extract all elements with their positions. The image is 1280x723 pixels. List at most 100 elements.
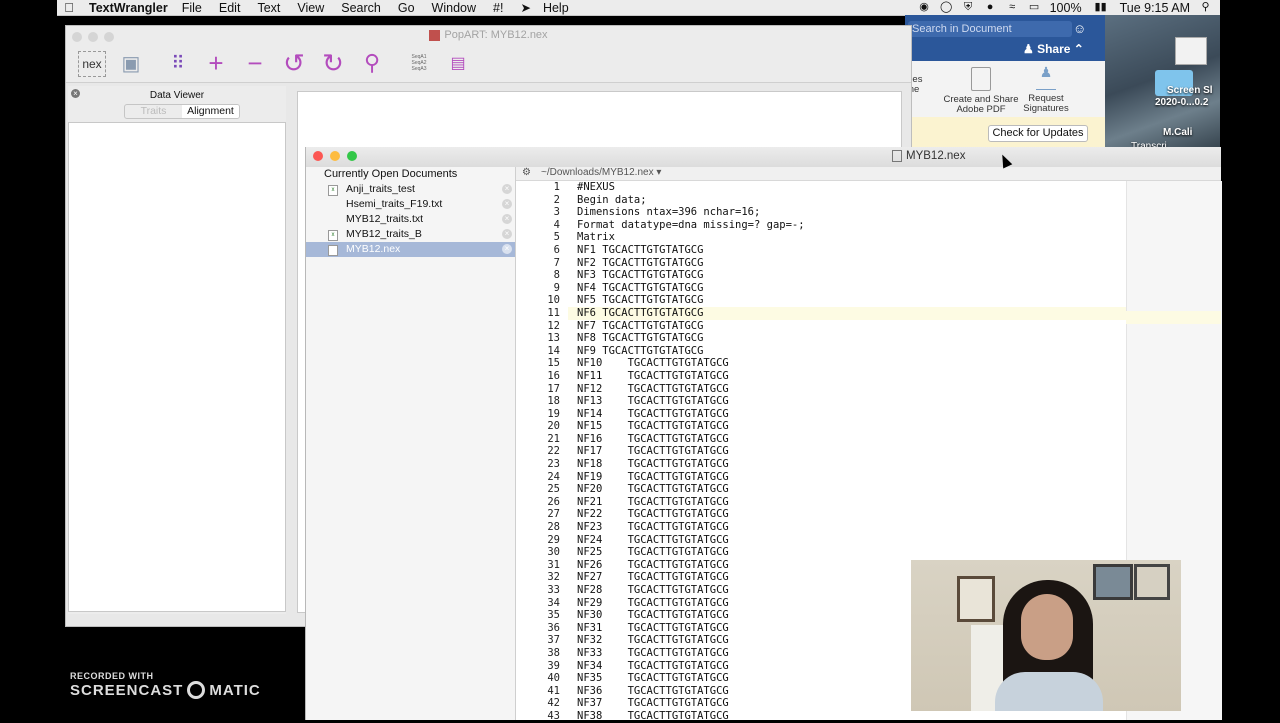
menu-text[interactable]: Text	[257, 1, 280, 15]
desktop-file-label[interactable]: Screen Sl	[1167, 85, 1213, 96]
close-button[interactable]	[313, 151, 323, 161]
document-list-item[interactable]: x Anji_traits_test ×	[306, 182, 515, 197]
skype-icon[interactable]: ●	[984, 1, 997, 14]
code-line[interactable]: NF5 TGCACTTGTGTATGCG	[568, 294, 1126, 307]
code-line[interactable]: NF38 TGCACTTGTGTATGCG	[568, 710, 1126, 720]
save-icon[interactable]: ▣	[116, 48, 146, 78]
data-viewer-pane[interactable]	[68, 122, 286, 612]
code-line[interactable]: NF1 TGCACTTGTGTATGCG	[568, 244, 1126, 257]
code-line[interactable]: Format datatype=dna missing=? gap=-;	[568, 219, 1126, 232]
close-document-icon[interactable]: ×	[502, 214, 512, 224]
gear-icon[interactable]: ⚙	[522, 167, 531, 178]
code-line[interactable]: NF9 TGCACTTGTGTATGCG	[568, 345, 1126, 358]
document-list-item[interactable]: x MYB12_traits_B ×	[306, 227, 515, 242]
desktop-file-label[interactable]: M.Cali	[1163, 127, 1192, 138]
document-list-item[interactable]: MYB12.nex ×	[306, 242, 515, 257]
minus-icon[interactable]: −	[240, 48, 270, 78]
code-line[interactable]: NF20 TGCACTTGTGTATGCG	[568, 483, 1126, 496]
close-button[interactable]	[72, 32, 82, 42]
file-path-popup[interactable]: ~/Downloads/MYB12.nex ▾	[541, 167, 661, 178]
color-grid-icon[interactable]: ⠿	[163, 48, 193, 78]
record-icon[interactable]: ◉	[918, 1, 931, 14]
popart-title-bar[interactable]: PopART: MYB12.nex	[66, 26, 911, 44]
code-line[interactable]: NF11 TGCACTTGTGTATGCG	[568, 370, 1126, 383]
watermark-text-a: SCREENCAST	[70, 681, 184, 699]
menu-go[interactable]: Go	[398, 1, 415, 15]
close-document-icon[interactable]: ×	[502, 199, 512, 209]
code-line[interactable]: NF10 TGCACTTGTGTATGCG	[568, 357, 1126, 370]
request-signatures-button[interactable]: ♟ Request Signatures	[1015, 65, 1077, 114]
textwrangler-title-bar[interactable]: MYB12.nex	[306, 147, 1221, 168]
wifi-icon[interactable]: ≈	[1006, 1, 1019, 14]
document-list-item[interactable]: MYB12_traits.txt ×	[306, 212, 515, 227]
code-line[interactable]: NF24 TGCACTTGTGTATGCG	[568, 534, 1126, 547]
document-icon[interactable]	[1175, 37, 1207, 65]
code-line[interactable]: #NEXUS	[568, 181, 1126, 194]
zoom-button[interactable]	[347, 151, 357, 161]
menu-edit[interactable]: Edit	[219, 1, 241, 15]
plus-icon[interactable]: +	[201, 48, 231, 78]
shield-icon[interactable]: ⛨	[962, 1, 975, 14]
code-line[interactable]: Dimensions ntax=396 nchar=16;	[568, 206, 1126, 219]
code-line[interactable]: NF3 TGCACTTGTGTATGCG	[568, 269, 1126, 282]
redo-icon[interactable]: ↻	[318, 48, 348, 78]
document-name: MYB12.nex	[346, 243, 401, 255]
scripts-icon[interactable]: ➤	[520, 0, 530, 15]
code-line[interactable]: NF7 TGCACTTGTGTATGCG	[568, 320, 1126, 333]
code-line[interactable]: NF23 TGCACTTGTGTATGCG	[568, 521, 1126, 534]
code-line[interactable]: NF14 TGCACTTGTGTATGCG	[568, 408, 1126, 421]
code-line[interactable]: NF22 TGCACTTGTGTATGCG	[568, 508, 1126, 521]
bar-chart-icon[interactable]: ▤	[443, 48, 473, 78]
code-line[interactable]: NF4 TGCACTTGTGTATGCG	[568, 282, 1126, 295]
line-number: 4	[553, 218, 560, 231]
minimize-button[interactable]	[330, 151, 340, 161]
desktop-file-label[interactable]: 2020-0...0.2	[1155, 97, 1208, 108]
code-line[interactable]: NF21 TGCACTTGTGTATGCG	[568, 496, 1126, 509]
code-line[interactable]: NF19 TGCACTTGTGTATGCG	[568, 471, 1126, 484]
code-line[interactable]: NF8 TGCACTTGTGTATGCG	[568, 332, 1126, 345]
code-line[interactable]: NF17 TGCACTTGTGTATGCG	[568, 445, 1126, 458]
menu-file[interactable]: File	[182, 1, 202, 15]
code-line[interactable]: NF13 TGCACTTGTGTATGCG	[568, 395, 1126, 408]
tab-traits[interactable]: Traits	[125, 105, 182, 118]
battery-icon[interactable]: ▮▮	[1091, 1, 1111, 14]
data-viewer-panel: × Data Viewer Traits Alignment	[68, 86, 286, 614]
menu-help[interactable]: Help	[543, 1, 569, 15]
sequence-view-button[interactable]: SeqA1 SeqA2 SeqA3	[404, 48, 434, 78]
airplay-icon[interactable]: ▭	[1028, 1, 1041, 14]
code-line[interactable]: Begin data;	[568, 194, 1126, 207]
code-line[interactable]: NF2 TGCACTTGTGTATGCG	[568, 257, 1126, 270]
close-document-icon[interactable]: ×	[502, 229, 512, 239]
document-name: Hsemi_traits_F19.txt	[346, 198, 443, 210]
menu-app-name[interactable]: TextWrangler	[89, 1, 168, 15]
menu-window[interactable]: Window	[432, 1, 476, 15]
menu-view[interactable]: View	[297, 1, 324, 15]
code-line[interactable]: NF25 TGCACTTGTGTATGCG	[568, 546, 1126, 559]
document-list-item[interactable]: Hsemi_traits_F19.txt ×	[306, 197, 515, 212]
zoom-magnifier-icon[interactable]: ⚲	[357, 48, 387, 78]
creative-cloud-icon[interactable]: ◯	[940, 1, 953, 14]
code-line[interactable]: NF6 TGCACTTGTGTATGCG	[568, 306, 1126, 320]
close-document-icon[interactable]: ×	[502, 244, 512, 254]
tab-alignment[interactable]: Alignment	[182, 105, 239, 118]
open-nex-button[interactable]: nex	[78, 51, 106, 77]
check-for-updates-button[interactable]: Check for Updates	[988, 125, 1088, 142]
code-line[interactable]: NF15 TGCACTTGTGTATGCG	[568, 420, 1126, 433]
code-line[interactable]: NF18 TGCACTTGTGTATGCG	[568, 458, 1126, 471]
create-share-pdf-button[interactable]: Create and Share Adobe PDF	[941, 67, 1021, 115]
menu-search[interactable]: Search	[341, 1, 381, 15]
menu-scripts[interactable]: #!	[493, 1, 503, 15]
menubar-clock[interactable]: Tue 9:15 AM	[1120, 1, 1190, 15]
zoom-button[interactable]	[104, 32, 114, 42]
word-share-button[interactable]: ♟ Share ⌃	[1023, 42, 1084, 56]
code-line[interactable]: Matrix	[568, 231, 1126, 244]
apple-menu-icon[interactable]: 	[61, 0, 77, 15]
word-search-input[interactable]: Search in Document	[908, 21, 1072, 37]
undo-icon[interactable]: ↺	[279, 48, 309, 78]
close-document-icon[interactable]: ×	[502, 184, 512, 194]
minimize-button[interactable]	[88, 32, 98, 42]
smiley-feedback-icon[interactable]: ☺	[1073, 21, 1086, 36]
code-line[interactable]: NF16 TGCACTTGTGTATGCG	[568, 433, 1126, 446]
code-line[interactable]: NF12 TGCACTTGTGTATGCG	[568, 383, 1126, 396]
spotlight-search-icon[interactable]: ⚲	[1199, 1, 1212, 14]
